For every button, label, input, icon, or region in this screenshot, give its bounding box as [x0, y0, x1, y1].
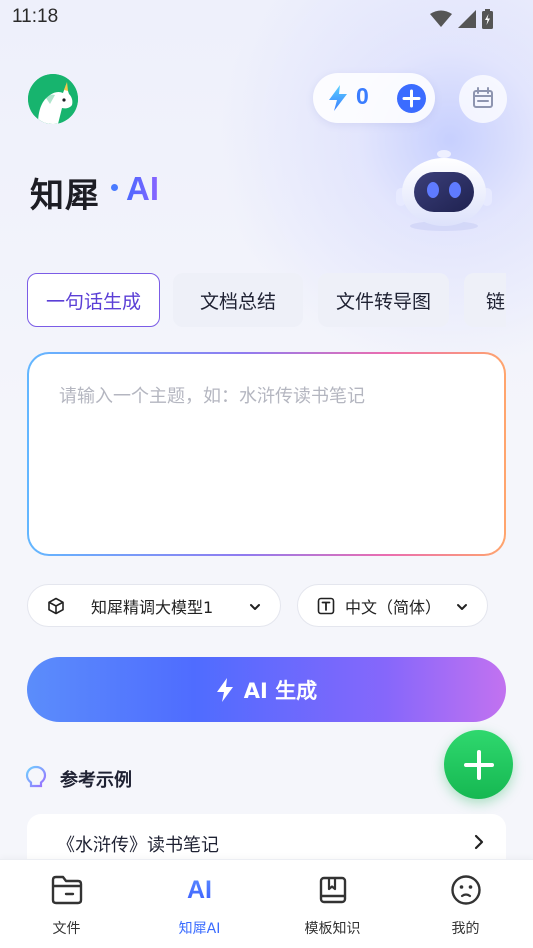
bolt-icon [328, 85, 348, 115]
nav-mine[interactable]: 我的 [399, 860, 532, 948]
nav-files[interactable]: 文件 [0, 860, 133, 948]
folder-icon [50, 874, 84, 906]
chevron-down-icon [455, 599, 469, 618]
bottom-nav: 文件 AI 知犀AI 模板知识 我的 [0, 859, 533, 948]
examples-title: 参考示例 [60, 770, 132, 791]
model-selector[interactable]: 知犀精调大模型1 [27, 584, 281, 627]
add-energy-button[interactable] [397, 84, 426, 113]
example-item-label: 《水浒传》读书笔记 [57, 835, 219, 856]
history-button[interactable] [459, 75, 507, 123]
nav-templates-label: 模板知识 [304, 921, 361, 937]
status-icons [430, 9, 493, 29]
tab-doc-summary[interactable]: 文档总结 [173, 273, 303, 327]
brand-dot [111, 184, 118, 191]
prompt-input-frame [27, 352, 506, 556]
mode-tabs: 一句话生成 文档总结 文件转导图 链 [27, 273, 506, 327]
language-selector[interactable]: 中文（简体） [297, 584, 488, 627]
text-format-icon [317, 597, 335, 615]
calendar-icon [473, 87, 493, 108]
prompt-input-box [29, 354, 504, 554]
plus-icon [463, 749, 494, 780]
bolt-icon [216, 677, 234, 702]
tab-link[interactable]: 链 [464, 273, 506, 327]
plus-icon [402, 89, 421, 108]
robot-icon [396, 150, 492, 231]
ai-generate-button[interactable]: AI 生成 [27, 657, 506, 722]
nav-mine-label: 我的 [451, 921, 480, 937]
ai-generate-label: AI 生成 [243, 678, 318, 703]
nav-files-label: 文件 [52, 921, 81, 937]
energy-balance-pill[interactable]: 0 [313, 73, 435, 123]
battery-icon [482, 9, 493, 29]
prompt-input[interactable] [59, 382, 469, 522]
face-icon [450, 874, 482, 906]
brand-name: 知犀 [30, 176, 100, 216]
tab-file-to-map[interactable]: 文件转导图 [318, 273, 449, 327]
nav-zhixi-ai[interactable]: AI 知犀AI [133, 860, 266, 948]
lightbulb-icon [25, 765, 47, 791]
energy-count: 0 [356, 83, 369, 109]
robot-mascot [392, 148, 496, 232]
ai-icon: AI [187, 875, 212, 904]
cube-icon [47, 597, 65, 615]
nav-zhixi-ai-label: 知犀AI [178, 921, 221, 937]
signal-icon [458, 10, 476, 28]
app-logo[interactable] [28, 74, 78, 124]
book-icon [318, 874, 348, 906]
brand-ai: AI [126, 170, 159, 207]
rhino-logo-icon [28, 74, 78, 124]
model-selector-value: 知犀精调大模型1 [91, 597, 214, 617]
examples-header: 参考示例 [24, 765, 132, 793]
status-bar: 11:18 [0, 0, 533, 36]
chevron-down-icon [248, 599, 262, 618]
status-time: 11:18 [12, 6, 59, 27]
floating-add-button[interactable] [444, 730, 513, 799]
tab-one-sentence[interactable]: 一句话生成 [27, 273, 160, 327]
wifi-icon [430, 10, 452, 27]
chevron-right-icon [472, 834, 486, 854]
nav-templates[interactable]: 模板知识 [266, 860, 399, 948]
language-selector-value: 中文（简体） [345, 597, 442, 617]
